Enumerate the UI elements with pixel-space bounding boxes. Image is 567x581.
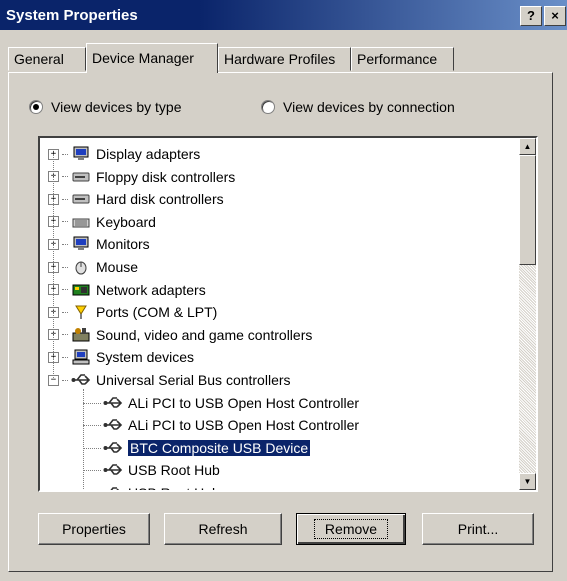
usb-icon — [102, 484, 124, 490]
tree-branch-line — [83, 389, 84, 490]
remove-button[interactable]: Remove — [296, 513, 406, 545]
radio-dot — [261, 100, 275, 114]
remove-button-label: Remove — [313, 519, 389, 539]
tree-item-label: Floppy disk controllers — [96, 168, 236, 185]
tree-category[interactable]: + Hard disk controllers — [48, 188, 224, 210]
refresh-button[interactable]: Refresh — [164, 513, 282, 545]
tree-category[interactable]: + Sound, video and game controllers — [48, 324, 312, 346]
view-by-connection-label: View devices by connection — [283, 99, 455, 115]
close-button[interactable]: × — [544, 6, 566, 26]
tree-category[interactable]: + System devices — [48, 346, 194, 368]
network-card-icon — [70, 281, 92, 299]
view-by-type-label: View devices by type — [51, 99, 182, 115]
scroll-up-button[interactable]: ▲ — [519, 138, 536, 155]
tree-branch-connector — [83, 447, 101, 449]
vertical-scrollbar[interactable]: ▲ ▼ — [519, 138, 536, 490]
tree-item-label: Keyboard — [96, 213, 156, 230]
device-tree[interactable]: + Display adapters + Floppy disk controller… — [38, 136, 538, 492]
usb-icon — [102, 439, 124, 457]
title-bar[interactable]: System Properties ? × — [0, 0, 567, 30]
tree-item-label: USB Root Hub — [128, 485, 220, 490]
tree-device[interactable]: USB Root Hub — [102, 459, 220, 481]
disk-drive-icon — [70, 168, 92, 186]
tree-category[interactable]: + Ports (COM & LPT) — [48, 301, 217, 323]
tree-item-label: Sound, video and game controllers — [96, 326, 313, 343]
usb-icon — [70, 371, 92, 389]
tree-category[interactable]: + Network adapters — [48, 279, 206, 301]
monitor-icon — [70, 235, 92, 253]
tree-item-label: USB Root Hub — [128, 462, 220, 479]
tree-category[interactable]: − Universal Serial Bus controllers — [48, 369, 291, 391]
tab-general[interactable]: General — [8, 47, 86, 71]
tree-connector — [62, 356, 68, 358]
tree-item-label: Universal Serial Bus controllers — [96, 372, 291, 388]
tree-item-label: Hard disk controllers — [96, 191, 224, 208]
view-by-connection-radio[interactable]: View devices by connection — [261, 97, 455, 117]
tree-connector — [62, 153, 68, 155]
view-by-type-radio[interactable]: View devices by type — [29, 97, 181, 117]
tree-trunk-line — [53, 154, 54, 380]
tree-item-label: Monitors — [96, 236, 150, 253]
tree-device[interactable]: BTC Composite USB Device — [102, 437, 311, 459]
tree-connector — [62, 243, 68, 245]
device-manager-panel: View devices by type View devices by con… — [8, 72, 553, 572]
tree-item-label: Mouse — [96, 259, 139, 275]
usb-icon — [102, 416, 124, 434]
port-icon — [70, 303, 92, 321]
properties-button[interactable]: Properties — [38, 513, 150, 545]
tab-performance[interactable]: Performance — [351, 47, 454, 71]
tree-connector — [62, 198, 68, 200]
tree-item-label: Display adapters — [96, 146, 201, 162]
scroll-thumb[interactable] — [519, 155, 536, 265]
disk-drive-icon — [70, 190, 92, 208]
tree-category[interactable]: + Floppy disk controllers — [48, 166, 235, 188]
tab-device-manager[interactable]: Device Manager — [86, 43, 218, 73]
monitor-icon — [70, 145, 92, 163]
sound-icon — [70, 326, 92, 344]
radio-dot — [29, 100, 43, 114]
keyboard-icon — [70, 213, 92, 231]
tree-connector — [62, 266, 68, 268]
print-button[interactable]: Print... — [422, 513, 534, 545]
tree-item-label: BTC Composite USB Device — [128, 439, 311, 456]
tree-category[interactable]: + Keyboard — [48, 211, 156, 233]
tree-item-label: ALi PCI to USB Open Host Controller — [128, 417, 360, 434]
system-properties-window: System Properties ? × General Device Man… — [0, 0, 567, 581]
tree-item-label: ALi PCI to USB Open Host Controller — [128, 394, 360, 411]
window-title: System Properties — [6, 7, 138, 24]
help-button[interactable]: ? — [520, 6, 542, 26]
tree-item-label: System devices — [96, 349, 195, 366]
scroll-down-button[interactable]: ▼ — [519, 473, 536, 490]
tree-connector — [62, 176, 68, 178]
tree-item-label: Ports (COM & LPT) — [96, 304, 218, 321]
tab-hardware-profiles[interactable]: Hardware Profiles — [218, 47, 351, 71]
tree-branch-connector — [83, 470, 101, 472]
usb-icon — [102, 394, 124, 412]
tree-connector — [62, 311, 68, 313]
tree-device[interactable]: ALi PCI to USB Open Host Controller — [102, 414, 359, 436]
mouse-icon — [70, 258, 92, 276]
tree-branch-connector — [83, 425, 101, 427]
tree-device[interactable]: ALi PCI to USB Open Host Controller — [102, 392, 359, 414]
tree-connector — [62, 221, 68, 223]
tree-branch-connector — [83, 402, 101, 404]
tree-item-label: Network adapters — [96, 281, 206, 298]
tree-device[interactable]: USB Root Hub — [102, 482, 220, 490]
tree-category[interactable]: + Display adapters — [48, 143, 200, 165]
tree-connector — [62, 334, 68, 336]
tree-category[interactable]: + Mouse — [48, 256, 138, 278]
tree-connector — [62, 289, 68, 291]
computer-icon — [70, 348, 92, 366]
tree-category[interactable]: + Monitors — [48, 233, 150, 255]
tree-connector — [62, 379, 68, 381]
usb-icon — [102, 461, 124, 479]
